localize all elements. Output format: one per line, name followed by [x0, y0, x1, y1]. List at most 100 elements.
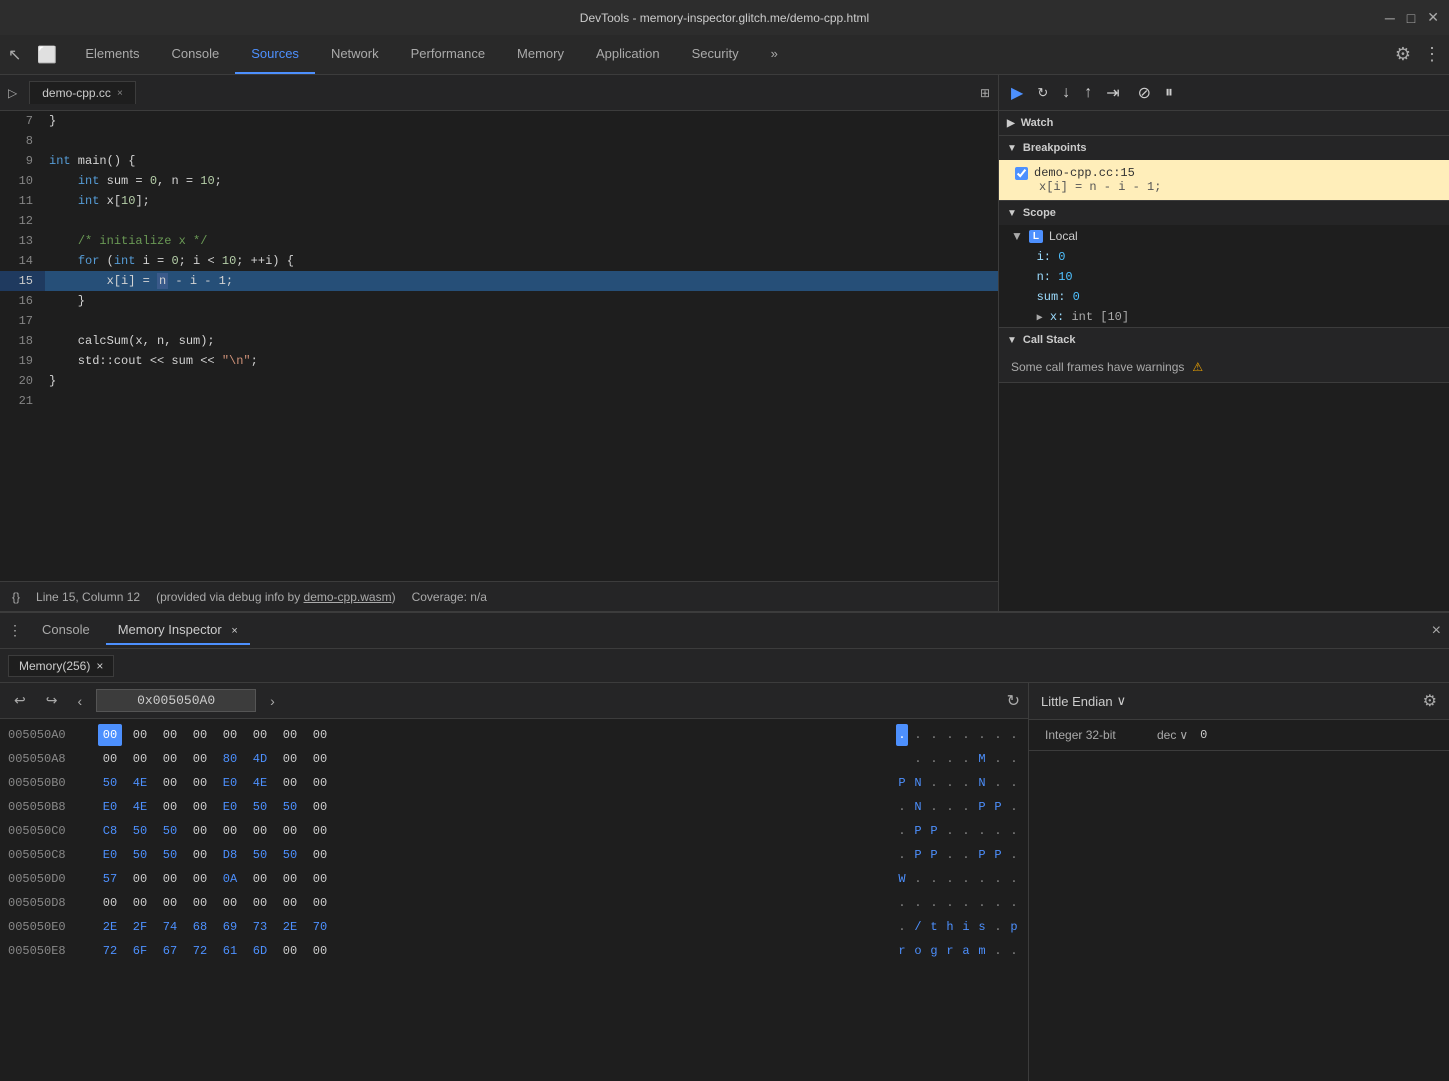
- hex-byte[interactable]: E0: [98, 796, 122, 818]
- ascii-char[interactable]: .: [928, 868, 940, 890]
- hex-byte[interactable]: 67: [158, 940, 182, 962]
- address-input[interactable]: [96, 689, 256, 712]
- hex-byte[interactable]: 70: [308, 916, 332, 938]
- ascii-char[interactable]: .: [944, 724, 956, 746]
- close-all-tabs-button[interactable]: ×: [1432, 622, 1441, 640]
- prev-page-button[interactable]: ‹: [71, 691, 88, 711]
- breakpoints-header[interactable]: ▼ Breakpoints: [999, 136, 1449, 160]
- hex-byte[interactable]: 69: [218, 916, 242, 938]
- hex-byte[interactable]: E0: [98, 844, 122, 866]
- ascii-char[interactable]: W: [896, 868, 908, 890]
- hex-byte[interactable]: 00: [98, 748, 122, 770]
- ascii-char[interactable]: a: [960, 940, 972, 962]
- hex-byte[interactable]: 00: [188, 868, 212, 890]
- ascii-char[interactable]: .: [896, 820, 908, 842]
- hex-byte[interactable]: 00: [128, 748, 152, 770]
- hex-byte[interactable]: 00: [188, 796, 212, 818]
- step-into-button[interactable]: ↓: [1058, 82, 1074, 104]
- hex-byte[interactable]: 00: [308, 796, 332, 818]
- history-back-button[interactable]: ↩: [8, 690, 32, 711]
- step-button[interactable]: ⇥: [1102, 81, 1123, 105]
- hex-byte[interactable]: 00: [248, 868, 272, 890]
- ascii-char[interactable]: .: [1008, 820, 1020, 842]
- hex-byte[interactable]: 2E: [98, 916, 122, 938]
- hex-byte[interactable]: 00: [158, 772, 182, 794]
- value-inspector-settings-icon[interactable]: ⚙: [1423, 691, 1437, 711]
- ascii-char[interactable]: .: [928, 796, 940, 818]
- hex-byte[interactable]: 74: [158, 916, 182, 938]
- hex-byte[interactable]: 00: [188, 844, 212, 866]
- hex-byte[interactable]: 00: [278, 724, 302, 746]
- hex-byte[interactable]: 72: [98, 940, 122, 962]
- hex-byte[interactable]: 00: [278, 820, 302, 842]
- ascii-char[interactable]: p: [1008, 916, 1020, 938]
- format-icon[interactable]: ⊞: [980, 86, 990, 100]
- ascii-char[interactable]: .: [1008, 940, 1020, 962]
- ascii-char[interactable]: P: [992, 844, 1004, 866]
- hex-byte[interactable]: 00: [128, 868, 152, 890]
- hex-byte[interactable]: 00: [158, 748, 182, 770]
- hex-byte[interactable]: 00: [218, 892, 242, 914]
- hex-byte[interactable]: 50: [128, 820, 152, 842]
- hex-byte[interactable]: 00: [308, 772, 332, 794]
- source-tab[interactable]: demo-cpp.cc ×: [29, 81, 136, 104]
- ascii-char[interactable]: .: [912, 892, 924, 914]
- ascii-char[interactable]: .: [1008, 724, 1020, 746]
- tab-network[interactable]: Network: [315, 35, 395, 74]
- scope-header[interactable]: ▼ Scope: [999, 201, 1449, 225]
- ascii-char[interactable]: .: [960, 868, 972, 890]
- ascii-char[interactable]: .: [944, 772, 956, 794]
- next-page-button[interactable]: ›: [264, 691, 281, 711]
- ascii-char[interactable]: .: [1008, 868, 1020, 890]
- ascii-char[interactable]: .: [1008, 844, 1020, 866]
- ascii-char[interactable]: .: [944, 892, 956, 914]
- panel-toggle-icon[interactable]: ▷: [8, 86, 17, 100]
- call-stack-header[interactable]: ▼ Call Stack: [999, 328, 1449, 352]
- refresh-button[interactable]: ↻: [1007, 691, 1020, 711]
- ascii-char[interactable]: i: [960, 916, 972, 938]
- ascii-char[interactable]: N: [912, 796, 924, 818]
- hex-byte[interactable]: E0: [218, 796, 242, 818]
- pause-button[interactable]: ⏸: [1161, 82, 1177, 104]
- hex-byte[interactable]: 50: [278, 844, 302, 866]
- tab-security[interactable]: Security: [676, 35, 755, 74]
- ascii-char[interactable]: .: [992, 892, 1004, 914]
- ascii-char[interactable]: P: [912, 844, 924, 866]
- more-options-icon[interactable]: ⋮: [1423, 44, 1441, 65]
- deactivate-button[interactable]: ⊘: [1134, 81, 1155, 105]
- hex-byte[interactable]: 00: [158, 868, 182, 890]
- ascii-char[interactable]: .: [976, 820, 988, 842]
- ascii-char[interactable]: .: [944, 820, 956, 842]
- hex-byte[interactable]: 61: [218, 940, 242, 962]
- hex-byte[interactable]: 00: [278, 892, 302, 914]
- ascii-char[interactable]: .: [960, 796, 972, 818]
- ascii-char[interactable]: h: [944, 916, 956, 938]
- hex-byte[interactable]: 50: [158, 844, 182, 866]
- ascii-char[interactable]: .: [960, 820, 972, 842]
- ascii-char[interactable]: N: [912, 772, 924, 794]
- hex-byte[interactable]: 4E: [128, 772, 152, 794]
- ascii-char[interactable]: .: [992, 820, 1004, 842]
- ascii-char[interactable]: .: [928, 748, 940, 770]
- ascii-char[interactable]: .: [960, 772, 972, 794]
- ascii-char[interactable]: /: [912, 916, 924, 938]
- memory-inspector-close-icon[interactable]: ×: [231, 625, 237, 637]
- hex-byte[interactable]: 68: [188, 916, 212, 938]
- hex-byte[interactable]: 00: [278, 940, 302, 962]
- memory-inspector-tab[interactable]: Memory Inspector ×: [106, 616, 250, 645]
- ascii-char[interactable]: .: [1008, 772, 1020, 794]
- ascii-char[interactable]: .: [928, 724, 940, 746]
- ascii-char[interactable]: .: [992, 772, 1004, 794]
- hex-byte[interactable]: 00: [248, 820, 272, 842]
- hex-byte[interactable]: 50: [98, 772, 122, 794]
- ascii-char[interactable]: .: [992, 748, 1004, 770]
- ascii-char[interactable]: g: [928, 940, 940, 962]
- ascii-char[interactable]: .: [1008, 796, 1020, 818]
- ascii-char[interactable]: m: [976, 940, 988, 962]
- hex-byte[interactable]: 00: [188, 724, 212, 746]
- ascii-char[interactable]: .: [976, 868, 988, 890]
- ascii-char[interactable]: .: [896, 724, 908, 746]
- hex-byte[interactable]: 50: [278, 796, 302, 818]
- hex-byte[interactable]: 6D: [248, 940, 272, 962]
- resume-button[interactable]: ▶: [1007, 81, 1027, 105]
